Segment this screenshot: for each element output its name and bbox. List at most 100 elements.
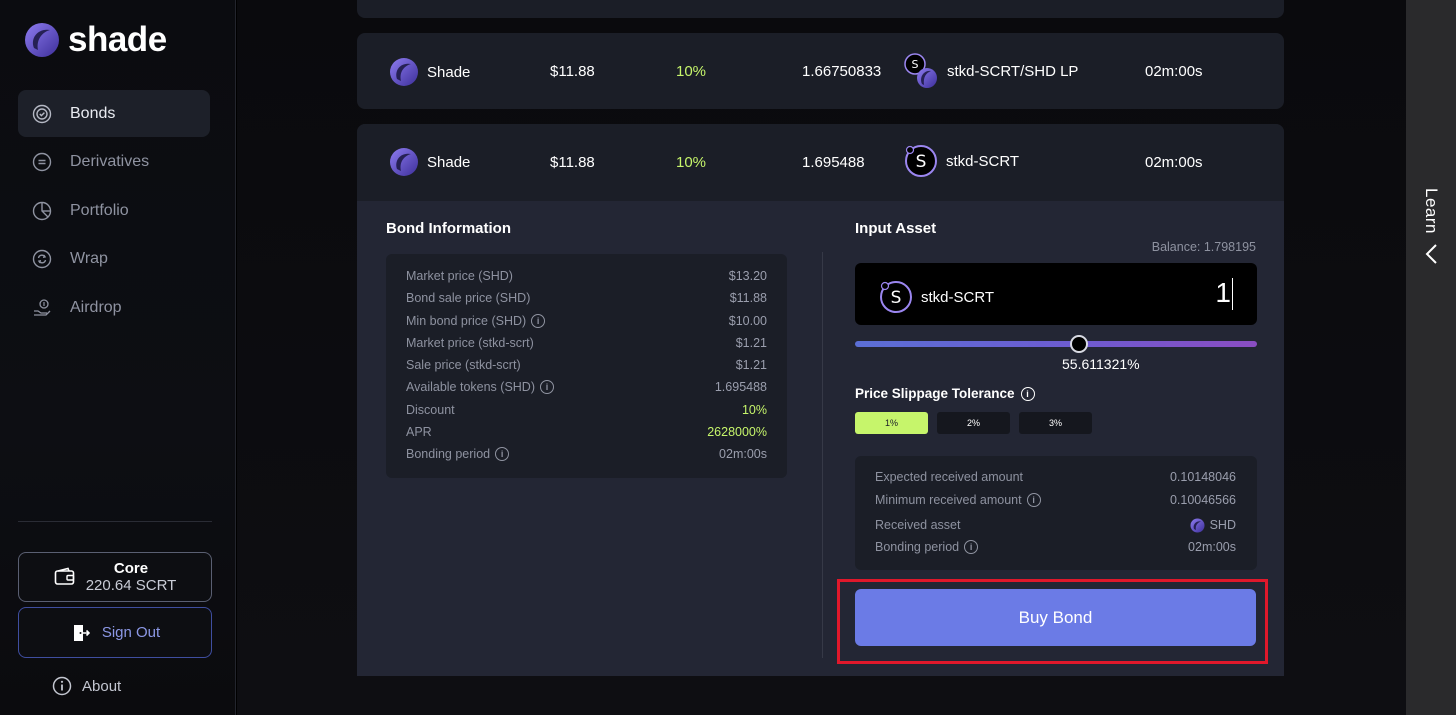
info-value: $10.00	[728, 314, 767, 328]
info-value: $1.21	[735, 336, 767, 350]
sidebar-item-airdrop[interactable]: Airdrop	[18, 284, 210, 331]
bond-token-name: Shade	[427, 153, 471, 171]
info-label: Expected received amount	[875, 470, 1024, 484]
slider-handle[interactable]	[1070, 335, 1088, 353]
shade-logo-icon	[25, 23, 59, 57]
wrap-icon	[32, 249, 52, 269]
info-label: APR	[406, 425, 432, 439]
info-label-group: Bonding period i	[406, 447, 510, 461]
bond-price: $11.88	[550, 154, 595, 171]
bond-row[interactable]: Shade $11.88 10% 1.66750833 S stkd-SCRT/…	[357, 33, 1284, 109]
wallet-button[interactable]: Core 220.64 SCRT	[18, 552, 212, 602]
about-label: About	[82, 677, 122, 695]
info-row: Expected received amount 0.10148046	[875, 468, 1236, 486]
sidebar: shade Bonds Derivatives Portfolio Wrap A…	[0, 0, 236, 715]
sidebar-item-label: Bonds	[70, 104, 116, 122]
info-row: Min bond price (SHD) i $10.00	[406, 312, 767, 330]
slippage-option-1[interactable]: 1%	[855, 412, 928, 434]
info-value: 10%	[741, 403, 767, 417]
bonds-icon	[32, 104, 52, 123]
bond-token-name: Shade	[427, 63, 471, 81]
info-value: $1.21	[735, 358, 767, 372]
sidebar-item-label: Derivatives	[70, 153, 150, 170]
sidebar-item-wrap[interactable]: Wrap	[18, 236, 210, 283]
amount-slider[interactable]	[855, 335, 1257, 353]
wallet-info: Core 220.64 SCRT	[86, 560, 177, 594]
sign-out-button[interactable]: Sign Out	[18, 607, 212, 658]
slippage-title: Price Slippage Tolerance i	[855, 386, 1035, 401]
info-value: 02m:00s	[1188, 540, 1236, 554]
slippage-option-2[interactable]: 2%	[937, 412, 1010, 434]
learn-panel[interactable]	[1406, 0, 1456, 715]
info-label: Bonding period	[875, 540, 960, 554]
bond-row-card-partial[interactable]	[357, 0, 1284, 18]
bond-row-header[interactable]: Shade $11.88 10% 1.695488 S stkd-SCRT 02…	[357, 124, 1284, 201]
info-label: Market price (stkd-scrt)	[406, 336, 534, 350]
sidebar-item-label: Portfolio	[70, 201, 129, 219]
amount-input-value[interactable]: 1	[1215, 277, 1231, 309]
info-row: Available tokens (SHD) i 1.695488	[406, 378, 767, 396]
info-row: Bonding period i 02m:00s	[875, 538, 1236, 556]
learn-tab-label[interactable]: Learn	[1421, 188, 1441, 234]
info-tooltip-icon[interactable]: i	[531, 314, 546, 328]
lp-pair-icon: S	[904, 53, 937, 88]
info-row: Minimum received amount i 0.10046566	[875, 491, 1236, 509]
chevron-left-icon[interactable]	[1424, 243, 1438, 265]
slippage-option-3[interactable]: 3%	[1019, 412, 1092, 434]
sidebar-item-portfolio[interactable]: Portfolio	[18, 187, 210, 234]
sign-out-label: Sign Out	[101, 624, 161, 641]
info-value: $11.88	[729, 291, 767, 305]
sidebar-nav: Bonds Derivatives Portfolio Wrap Airdrop	[18, 90, 210, 333]
bond-token: Shade	[389, 147, 470, 177]
sidebar-item-derivatives[interactable]: Derivatives	[18, 139, 210, 186]
info-row: Bonding period i 02m:00s	[406, 445, 767, 463]
info-value: $13.20	[728, 269, 767, 283]
info-tooltip-icon[interactable]: i	[540, 380, 554, 394]
svg-text:S: S	[916, 152, 927, 172]
derivatives-icon	[32, 152, 52, 172]
stkd-scrt-icon: S	[905, 145, 937, 177]
slider-percent: 55.611321%	[1062, 356, 1140, 372]
slippage-title-text: Price Slippage Tolerance	[855, 386, 1015, 401]
sidebar-divider	[18, 521, 212, 522]
info-value: SHD	[1209, 518, 1236, 532]
sidebar-item-bonds[interactable]: Bonds	[18, 90, 210, 137]
info-label: Discount	[406, 403, 455, 417]
info-tooltip-icon[interactable]: i	[1026, 493, 1041, 507]
info-row: Market price (SHD) $13.20	[406, 267, 767, 285]
wallet-icon	[54, 567, 74, 585]
sidebar-item-label: Airdrop	[70, 298, 122, 316]
info-row: Sale price (stkd-scrt) $1.21	[406, 356, 767, 374]
info-row: Bond sale price (SHD) $11.88	[406, 289, 767, 307]
info-row: Received asset SHD	[875, 516, 1236, 534]
amount-input[interactable]: S stkd-SCRT 1	[855, 263, 1257, 325]
info-value: 02m:00s	[719, 447, 767, 461]
balance-label: Balance: 1.798195	[1151, 240, 1256, 254]
wallet-balance: 220.64 SCRT	[85, 577, 177, 594]
bond-asset-name: stkd-SCRT	[946, 152, 1020, 170]
input-token[interactable]: S stkd-SCRT	[879, 280, 994, 314]
info-label: Min bond price (SHD)	[406, 314, 527, 328]
shade-token-icon	[390, 58, 418, 86]
info-label: Bond sale price (SHD)	[406, 291, 531, 305]
info-row: Market price (stkd-scrt) $1.21	[406, 334, 767, 352]
portfolio-icon	[32, 201, 52, 220]
info-tooltip-icon[interactable]: i	[964, 540, 979, 554]
info-value: 0.10148046	[1169, 470, 1236, 484]
info-label: Bonding period	[406, 447, 491, 461]
info-label: Available tokens (SHD)	[406, 380, 535, 394]
bond-amount: 1.66750833	[802, 63, 882, 80]
info-value: 2628000%	[707, 425, 767, 439]
about-link[interactable]: About	[52, 676, 121, 696]
bond-asset: S stkd-SCRT	[904, 144, 1019, 178]
bond-period: 02m:00s	[1145, 63, 1203, 80]
input-asset-title: Input Asset	[855, 220, 937, 237]
door-exit-icon	[73, 624, 90, 641]
info-tooltip-icon[interactable]: i	[1020, 386, 1035, 401]
bond-token: Shade	[389, 57, 470, 87]
info-label: Minimum received amount	[875, 493, 1022, 507]
logo[interactable]: shade	[24, 20, 167, 60]
info-label: Market price (SHD)	[406, 269, 513, 283]
svg-text:S: S	[891, 288, 902, 308]
info-tooltip-icon[interactable]: i	[495, 447, 510, 461]
